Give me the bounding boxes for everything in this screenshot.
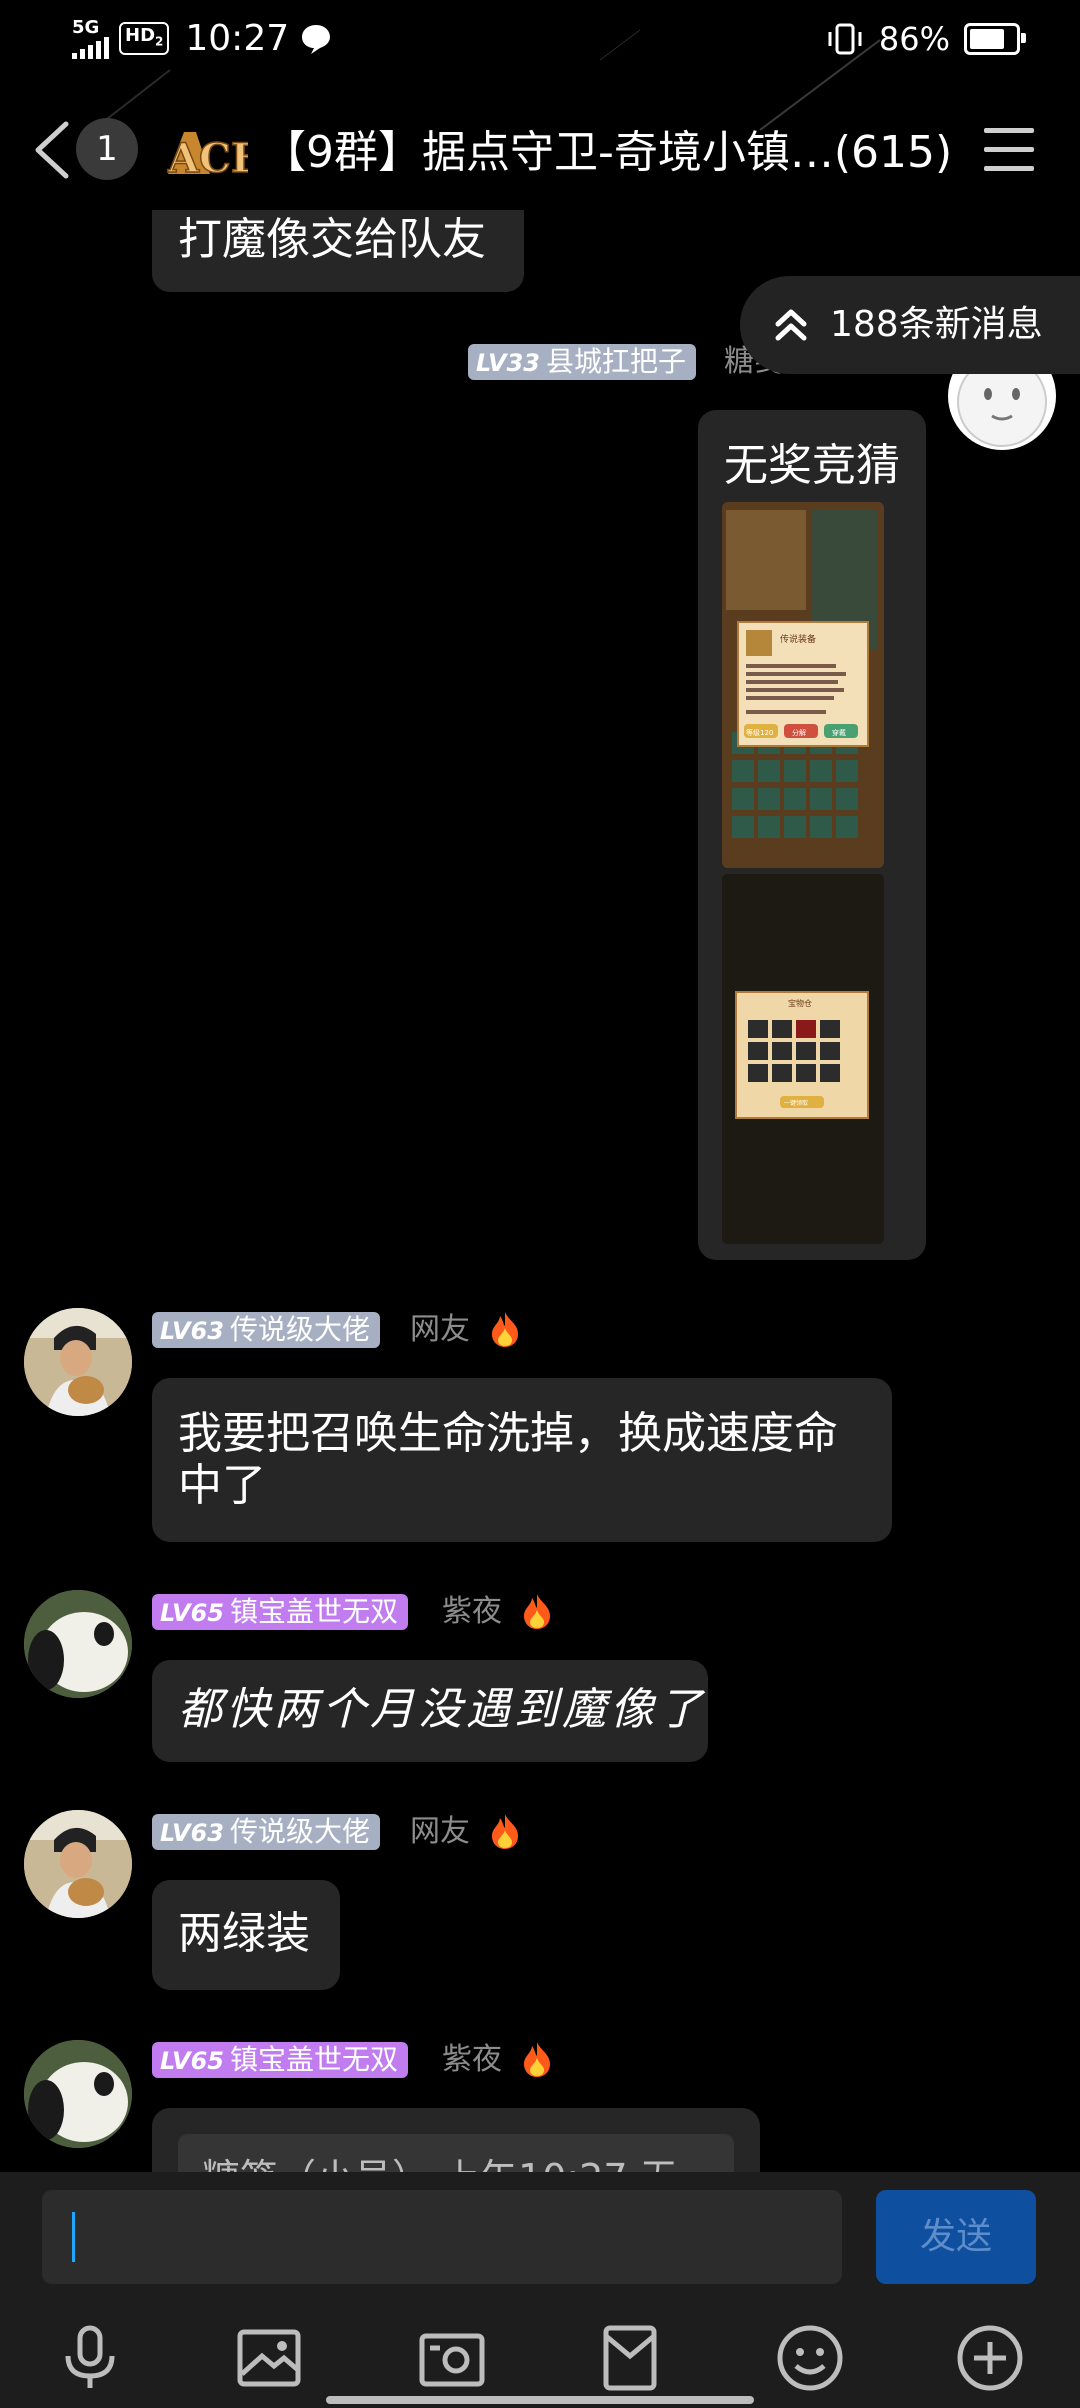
game-screenshot-1[interactable]: 传说装备 等级120 分解 穿戴: [722, 502, 884, 868]
signal-bars-icon: [72, 36, 109, 59]
back-arrow-icon[interactable]: [30, 120, 74, 180]
sender-name: 紫夜: [442, 2042, 502, 2077]
game-screenshot-2[interactable]: 宝物仓 一键领取: [722, 874, 884, 1244]
group-logo: ACE: [166, 132, 248, 182]
hd-voice-icon: HD2: [119, 21, 170, 56]
send-button[interactable]: 发送: [876, 2190, 1036, 2284]
message-bubble-reply[interactable]: 糖笺（小号） 上午10:27 无: [152, 2108, 760, 2172]
image-icon[interactable]: [234, 2322, 306, 2394]
avatar-photo-panda: [24, 1590, 132, 1698]
svg-text:等级120: 等级120: [746, 728, 773, 737]
battery-percent: 86%: [878, 20, 950, 58]
sender-name: 网友: [410, 1814, 470, 1849]
message-bubble[interactable]: 都快两个月没遇到魔像了: [152, 1660, 708, 1762]
sender-name: 紫夜: [442, 1594, 502, 1629]
vibrate-icon: [828, 23, 862, 55]
unread-count-badge[interactable]: 1: [76, 118, 138, 180]
fire-icon: [492, 1814, 518, 1849]
fire-icon: [492, 1312, 518, 1347]
double-chevron-up-icon: [775, 309, 807, 341]
sender-name: 网友: [410, 1312, 470, 1347]
level-badge: LV63 传说级大佬: [152, 1312, 380, 1348]
message-input[interactable]: [42, 2190, 842, 2284]
svg-text:一键领取: 一键领取: [784, 1099, 808, 1107]
status-bar: 5G HD2 10:27 86%: [0, 0, 1080, 84]
avatar[interactable]: [24, 2040, 132, 2148]
status-time: 10:27: [185, 18, 290, 59]
new-messages-button[interactable]: 188条新消息: [740, 276, 1080, 374]
message-bubble[interactable]: 打魔像交给队友: [152, 210, 524, 292]
avatar-photo-man-dog: [24, 1308, 132, 1416]
text-caret: [72, 2212, 75, 2262]
plus-icon[interactable]: [954, 2322, 1026, 2394]
svg-text:分解: 分解: [792, 728, 806, 737]
fire-icon: [524, 2042, 550, 2077]
avatar-photo-panda: [24, 2040, 132, 2148]
level-badge: LV63 传说级大佬: [152, 1814, 380, 1850]
signal-indicator: 5G: [72, 16, 109, 59]
message-bubble-with-images[interactable]: 无奖竞猜 传说装备 等级120 分解 穿戴 宝物仓 一键领取: [698, 410, 926, 1260]
quoted-message[interactable]: 糖笺（小号） 上午10:27 无: [178, 2134, 734, 2172]
menu-icon[interactable]: [984, 128, 1034, 172]
message-bubble[interactable]: 两绿装: [152, 1880, 340, 1990]
red-packet-icon[interactable]: [594, 2322, 666, 2394]
network-type: 5G: [72, 16, 100, 38]
avatar[interactable]: [24, 1308, 132, 1416]
battery-icon: [964, 23, 1026, 55]
fire-icon: [524, 1594, 550, 1629]
new-messages-label: 188条新消息: [830, 304, 1043, 345]
message-bubble[interactable]: 我要把召唤生命洗掉，换成速度命中了: [152, 1378, 892, 1542]
avatar-photo-man-dog: [24, 1810, 132, 1918]
microphone-icon[interactable]: [54, 2322, 126, 2394]
avatar[interactable]: [24, 1810, 132, 1918]
logo-text: ACE: [167, 135, 248, 182]
svg-text:传说装备: 传说装备: [780, 633, 816, 645]
camera-icon[interactable]: [416, 2322, 488, 2394]
avatar[interactable]: [24, 1590, 132, 1698]
home-indicator[interactable]: [326, 2396, 754, 2404]
group-title[interactable]: 【9群】据点守卫-奇境小镇…(615): [262, 124, 962, 182]
level-badge: LV65 镇宝盖世无双: [152, 1594, 408, 1630]
level-badge: LV33 县城扛把子: [468, 344, 696, 380]
chat-notification-icon: [302, 24, 331, 54]
level-badge: LV65 镇宝盖世无双: [152, 2042, 408, 2078]
svg-text:穿戴: 穿戴: [832, 728, 846, 737]
svg-text:宝物仓: 宝物仓: [788, 998, 812, 1008]
emoji-icon[interactable]: [774, 2322, 846, 2394]
